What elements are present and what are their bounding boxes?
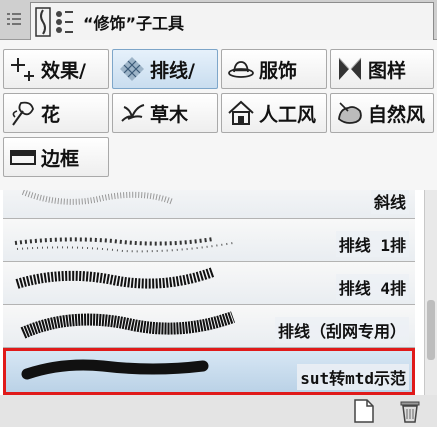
category-grid: 效果/ 排线/ 服饰 图样 花 草木 人工风 自然风 边框 — [0, 40, 437, 190]
category-plants[interactable]: 草木 — [112, 93, 218, 133]
pattern-icon — [338, 57, 362, 80]
category-hatching[interactable]: 排线/ — [112, 49, 218, 89]
trash-icon[interactable] — [398, 398, 422, 424]
brush-item[interactable]: 排线 4排 — [3, 262, 415, 305]
brush-name: 斜线 — [370, 190, 409, 214]
house-icon — [228, 100, 254, 125]
category-artificial[interactable]: 人工风 — [221, 93, 327, 133]
rock-icon — [338, 102, 362, 124]
panel-menu-icon[interactable] — [3, 4, 25, 34]
category-flower[interactable]: 花 — [3, 93, 109, 133]
category-nature[interactable]: 自然风 — [330, 93, 434, 133]
subtool-tab[interactable]: “修饰”子工具 — [30, 2, 434, 40]
brush-name: 排线 4排 — [335, 274, 409, 300]
brush-item[interactable]: 斜线 — [3, 190, 415, 219]
brush-list: 斜线 排线 1排 排线 4排 排线（刮网专用） sut转mtd示范 — [0, 190, 424, 395]
hat-icon — [228, 61, 254, 78]
panel-header: “修饰”子工具 — [0, 0, 437, 40]
brush-item[interactable]: 排线（刮网专用） — [3, 305, 415, 348]
border-icon — [10, 150, 36, 165]
panel-title: “修饰”子工具 — [83, 13, 185, 33]
hatching-icon — [120, 57, 144, 81]
new-subtool-icon[interactable] — [352, 398, 376, 424]
brush-item[interactable]: 排线 1排 — [3, 219, 415, 262]
sparkle-icon — [11, 58, 34, 81]
flower-icon — [12, 101, 34, 126]
category-clothing[interactable]: 服饰 — [221, 49, 327, 89]
grass-icon — [121, 104, 145, 122]
brush-stroke-preview — [21, 190, 175, 205]
list-scrollbar[interactable] — [424, 190, 437, 395]
brush-name: 排线（刮网专用） — [274, 317, 409, 343]
brush-name: 排线 1排 — [335, 231, 409, 257]
category-effects[interactable]: 效果/ — [3, 49, 109, 89]
brush-item-selected[interactable]: sut转mtd示范 — [3, 348, 415, 395]
category-pattern[interactable]: 图样 — [330, 49, 434, 89]
scroll-thumb[interactable] — [427, 300, 435, 360]
brush-name: sut转mtd示范 — [297, 364, 409, 390]
category-border[interactable]: 边框 — [3, 137, 109, 177]
panel-footer — [0, 395, 437, 427]
decoration-tool-icon — [35, 6, 73, 37]
